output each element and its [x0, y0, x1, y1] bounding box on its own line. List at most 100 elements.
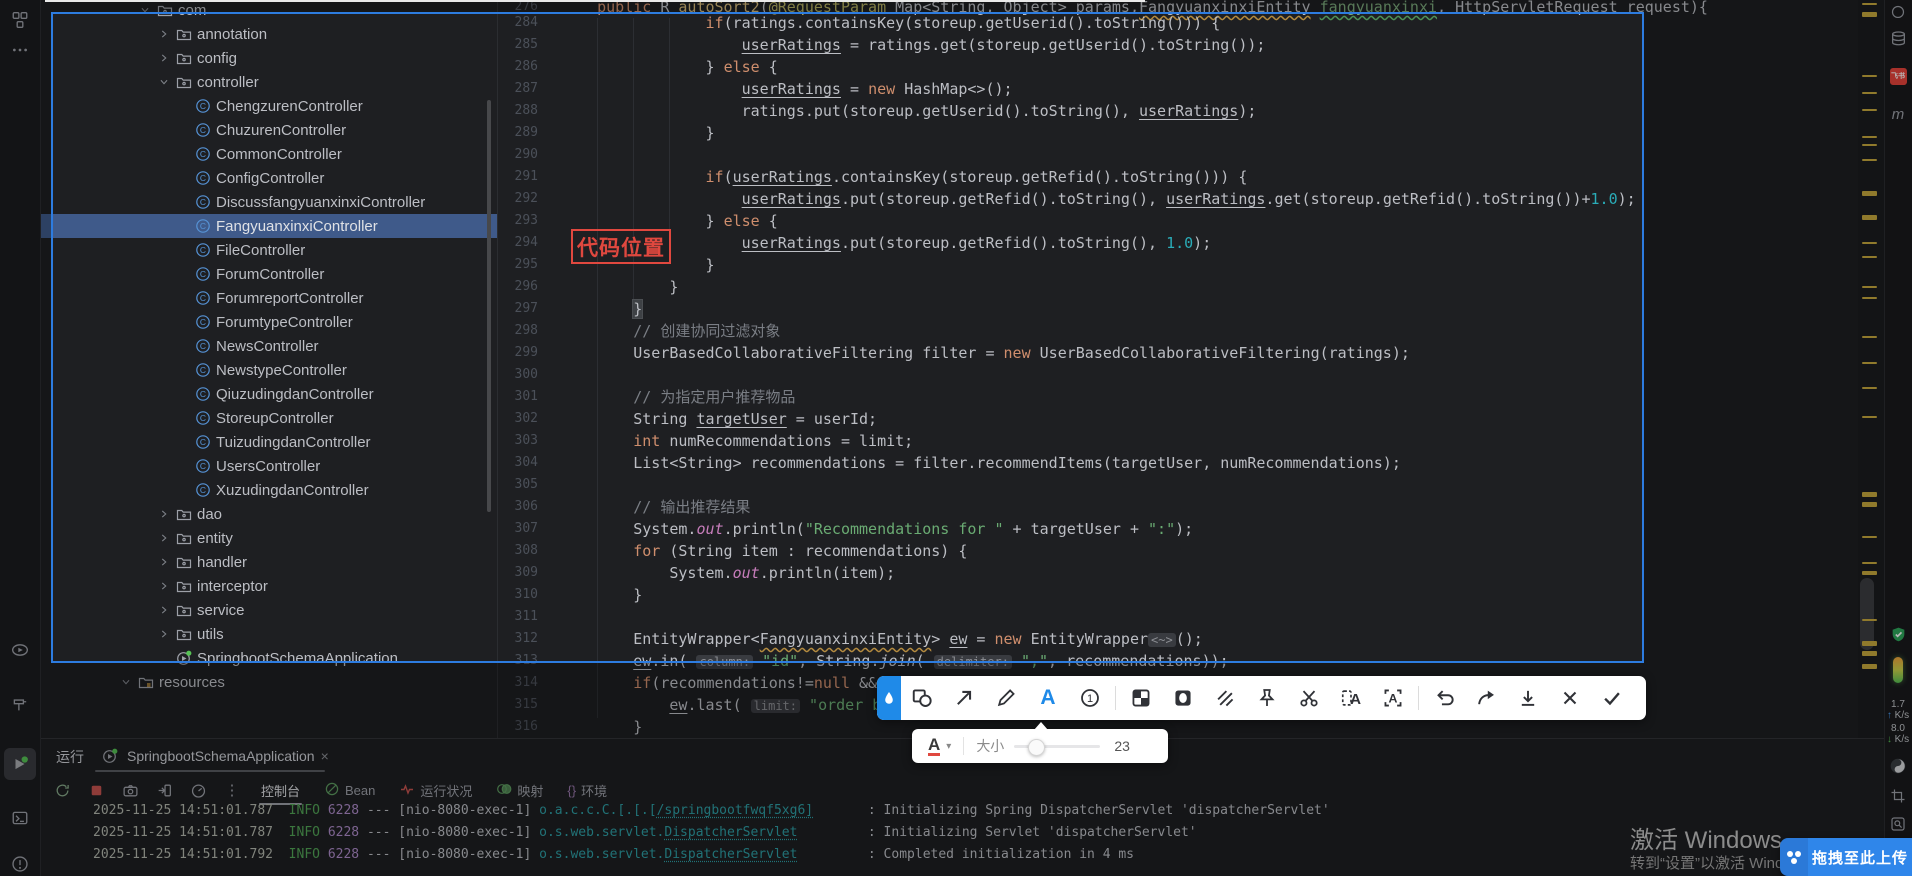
brush-tool-active[interactable]: [877, 676, 901, 720]
tree-item-NewstypeController[interactable]: CNewstypeController: [41, 358, 497, 382]
tree-item-ChengzurenController[interactable]: CChengzurenController: [41, 94, 497, 118]
package-icon: [176, 506, 192, 522]
chevron-right-icon[interactable]: [156, 530, 172, 546]
chevron-right-icon[interactable]: [156, 554, 172, 570]
swirl-app-icon[interactable]: [1884, 752, 1912, 780]
run-tab[interactable]: SpringbootSchemaApplication ×: [99, 743, 329, 769]
stop-icon[interactable]: [85, 779, 107, 801]
problems-icon[interactable]: [4, 848, 36, 876]
confirm-tool-button[interactable]: [1591, 676, 1633, 720]
drag-upload-chip[interactable]: 拖拽至此上传: [1780, 838, 1912, 876]
rerun-icon[interactable]: [51, 779, 73, 801]
tree-item-service[interactable]: service: [41, 598, 497, 622]
chevron-down-icon[interactable]: [156, 74, 172, 90]
tree-item-entity[interactable]: entity: [41, 526, 497, 550]
tree-item-ForumreportController[interactable]: CForumreportController: [41, 286, 497, 310]
antivirus-shield-icon[interactable]: [1884, 620, 1912, 648]
tree-item-StoreupController[interactable]: CStoreupController: [41, 406, 497, 430]
code-token: <~>: [1148, 633, 1176, 647]
tree-item-NewsController[interactable]: CNewsController: [41, 334, 497, 358]
notifications-icon[interactable]: [1884, 0, 1912, 24]
pick-text-tool[interactable]: A: [1330, 676, 1372, 720]
chevron-down-icon[interactable]: [137, 2, 153, 18]
terminal-icon[interactable]: [4, 802, 36, 834]
maven-icon[interactable]: m: [1884, 100, 1912, 128]
tree-item-XuzudingdanController[interactable]: CXuzudingdanController: [41, 478, 497, 502]
pen-tool[interactable]: [985, 676, 1027, 720]
hatch-tool[interactable]: [1204, 676, 1246, 720]
chevron-right-icon[interactable]: [156, 50, 172, 66]
tree-item-dao[interactable]: dao: [41, 502, 497, 526]
tree-item-SpringbootSchemaApplication[interactable]: SpringbootSchemaApplication: [41, 646, 497, 670]
download-tool[interactable]: [1507, 676, 1549, 720]
feishu-plugin-icon[interactable]: 飞书: [1884, 62, 1912, 90]
step-tool[interactable]: 1: [1069, 676, 1111, 720]
pin-tool[interactable]: [1246, 676, 1288, 720]
tree-item-TuizudingdanController[interactable]: CTuizudingdanController: [41, 430, 497, 454]
code-editor[interactable]: 276 public R autoSort2(@RequestParam Map…: [497, 0, 1859, 738]
chevron-right-icon[interactable]: [156, 26, 172, 42]
chevron-down-icon[interactable]: [118, 674, 134, 690]
chevron-right-icon[interactable]: [156, 602, 172, 618]
cut-tool[interactable]: [1288, 676, 1330, 720]
spotlight-tool[interactable]: [1162, 676, 1204, 720]
tree-scrollbar[interactable]: [487, 100, 491, 512]
tree-item-resources[interactable]: resources: [41, 670, 497, 694]
tree-item-FileController[interactable]: CFileController: [41, 238, 497, 262]
tree-item-CommonController[interactable]: CCommonController: [41, 142, 497, 166]
tree-item-controller[interactable]: controller: [41, 70, 497, 94]
scan-text-tool[interactable]: A: [1372, 676, 1414, 720]
tree-item-com[interactable]: com: [41, 0, 497, 22]
tree-item-handler[interactable]: handler: [41, 550, 497, 574]
camera-icon[interactable]: [119, 779, 141, 801]
font-settings-popup[interactable]: A ▾ 大小 23: [912, 729, 1168, 763]
tree-item-ForumController[interactable]: CForumController: [41, 262, 497, 286]
toolbar-divider: [1418, 686, 1419, 710]
line-number: 315: [498, 694, 538, 716]
build-icon[interactable]: [4, 688, 36, 720]
tree-item-FangyuanxinxiController[interactable]: CFangyuanxinxiController: [41, 214, 497, 238]
tree-item-DiscussfangyuanxinxiController[interactable]: CDiscussfangyuanxinxiController: [41, 190, 497, 214]
mosaic-tool[interactable]: [1120, 676, 1162, 720]
close-icon[interactable]: ×: [321, 748, 329, 764]
chevron-right-icon[interactable]: [156, 626, 172, 642]
tree-item-interceptor[interactable]: interceptor: [41, 574, 497, 598]
project-structure-icon[interactable]: [4, 4, 36, 36]
performance-meter[interactable]: [1884, 656, 1912, 684]
undo-tool[interactable]: [1423, 676, 1465, 720]
active-tab-underline: [95, 770, 325, 772]
editor-scrollbar-thumb[interactable]: [1860, 578, 1874, 650]
tree-item-config[interactable]: config: [41, 46, 497, 70]
tree-item-ChuzurenController[interactable]: CChuzurenController: [41, 118, 497, 142]
importx-icon[interactable]: [153, 779, 175, 801]
screenshot-toolbar[interactable]: A1AA: [877, 676, 1646, 720]
code-line-313: 313 ew.in( column: "id", String.join( de…: [498, 650, 1859, 672]
tree-item-label: TuizudingdanController: [216, 434, 371, 451]
search-tool-icon[interactable]: [1884, 810, 1912, 838]
screenshot-crop-icon[interactable]: [1884, 782, 1912, 810]
arrow-tool[interactable]: [943, 676, 985, 720]
chevron-right-icon[interactable]: [156, 578, 172, 594]
gauge-icon[interactable]: [187, 779, 209, 801]
run-icon[interactable]: [4, 748, 36, 780]
font-size-slider[interactable]: [1014, 739, 1100, 753]
database-icon[interactable]: [1884, 24, 1912, 52]
red-annotation-box[interactable]: 代码位置: [571, 229, 671, 264]
tree-item-utils[interactable]: utils: [41, 622, 497, 646]
chevron-right-icon[interactable]: [156, 506, 172, 522]
more-tool-windows-icon[interactable]: [4, 34, 36, 66]
tree-item-UsersController[interactable]: CUsersController: [41, 454, 497, 478]
net-down-speed[interactable]: 8.0↓ K/s: [1884, 720, 1912, 748]
text-tool[interactable]: A: [1027, 676, 1069, 720]
font-color-button[interactable]: A: [928, 736, 940, 756]
tree-item-annotation[interactable]: annotation: [41, 22, 497, 46]
tree-item-ConfigController[interactable]: CConfigController: [41, 166, 497, 190]
close-tool-button[interactable]: [1549, 676, 1591, 720]
services-icon[interactable]: [4, 634, 36, 666]
shapes-tool[interactable]: [901, 676, 943, 720]
share-tool[interactable]: [1465, 676, 1507, 720]
tree-item-ForumtypeController[interactable]: CForumtypeController: [41, 310, 497, 334]
slider-thumb[interactable]: [1028, 739, 1045, 756]
tree-item-QiuzudingdanController[interactable]: CQiuzudingdanController: [41, 382, 497, 406]
more-options-icon[interactable]: ⋮: [221, 779, 243, 801]
